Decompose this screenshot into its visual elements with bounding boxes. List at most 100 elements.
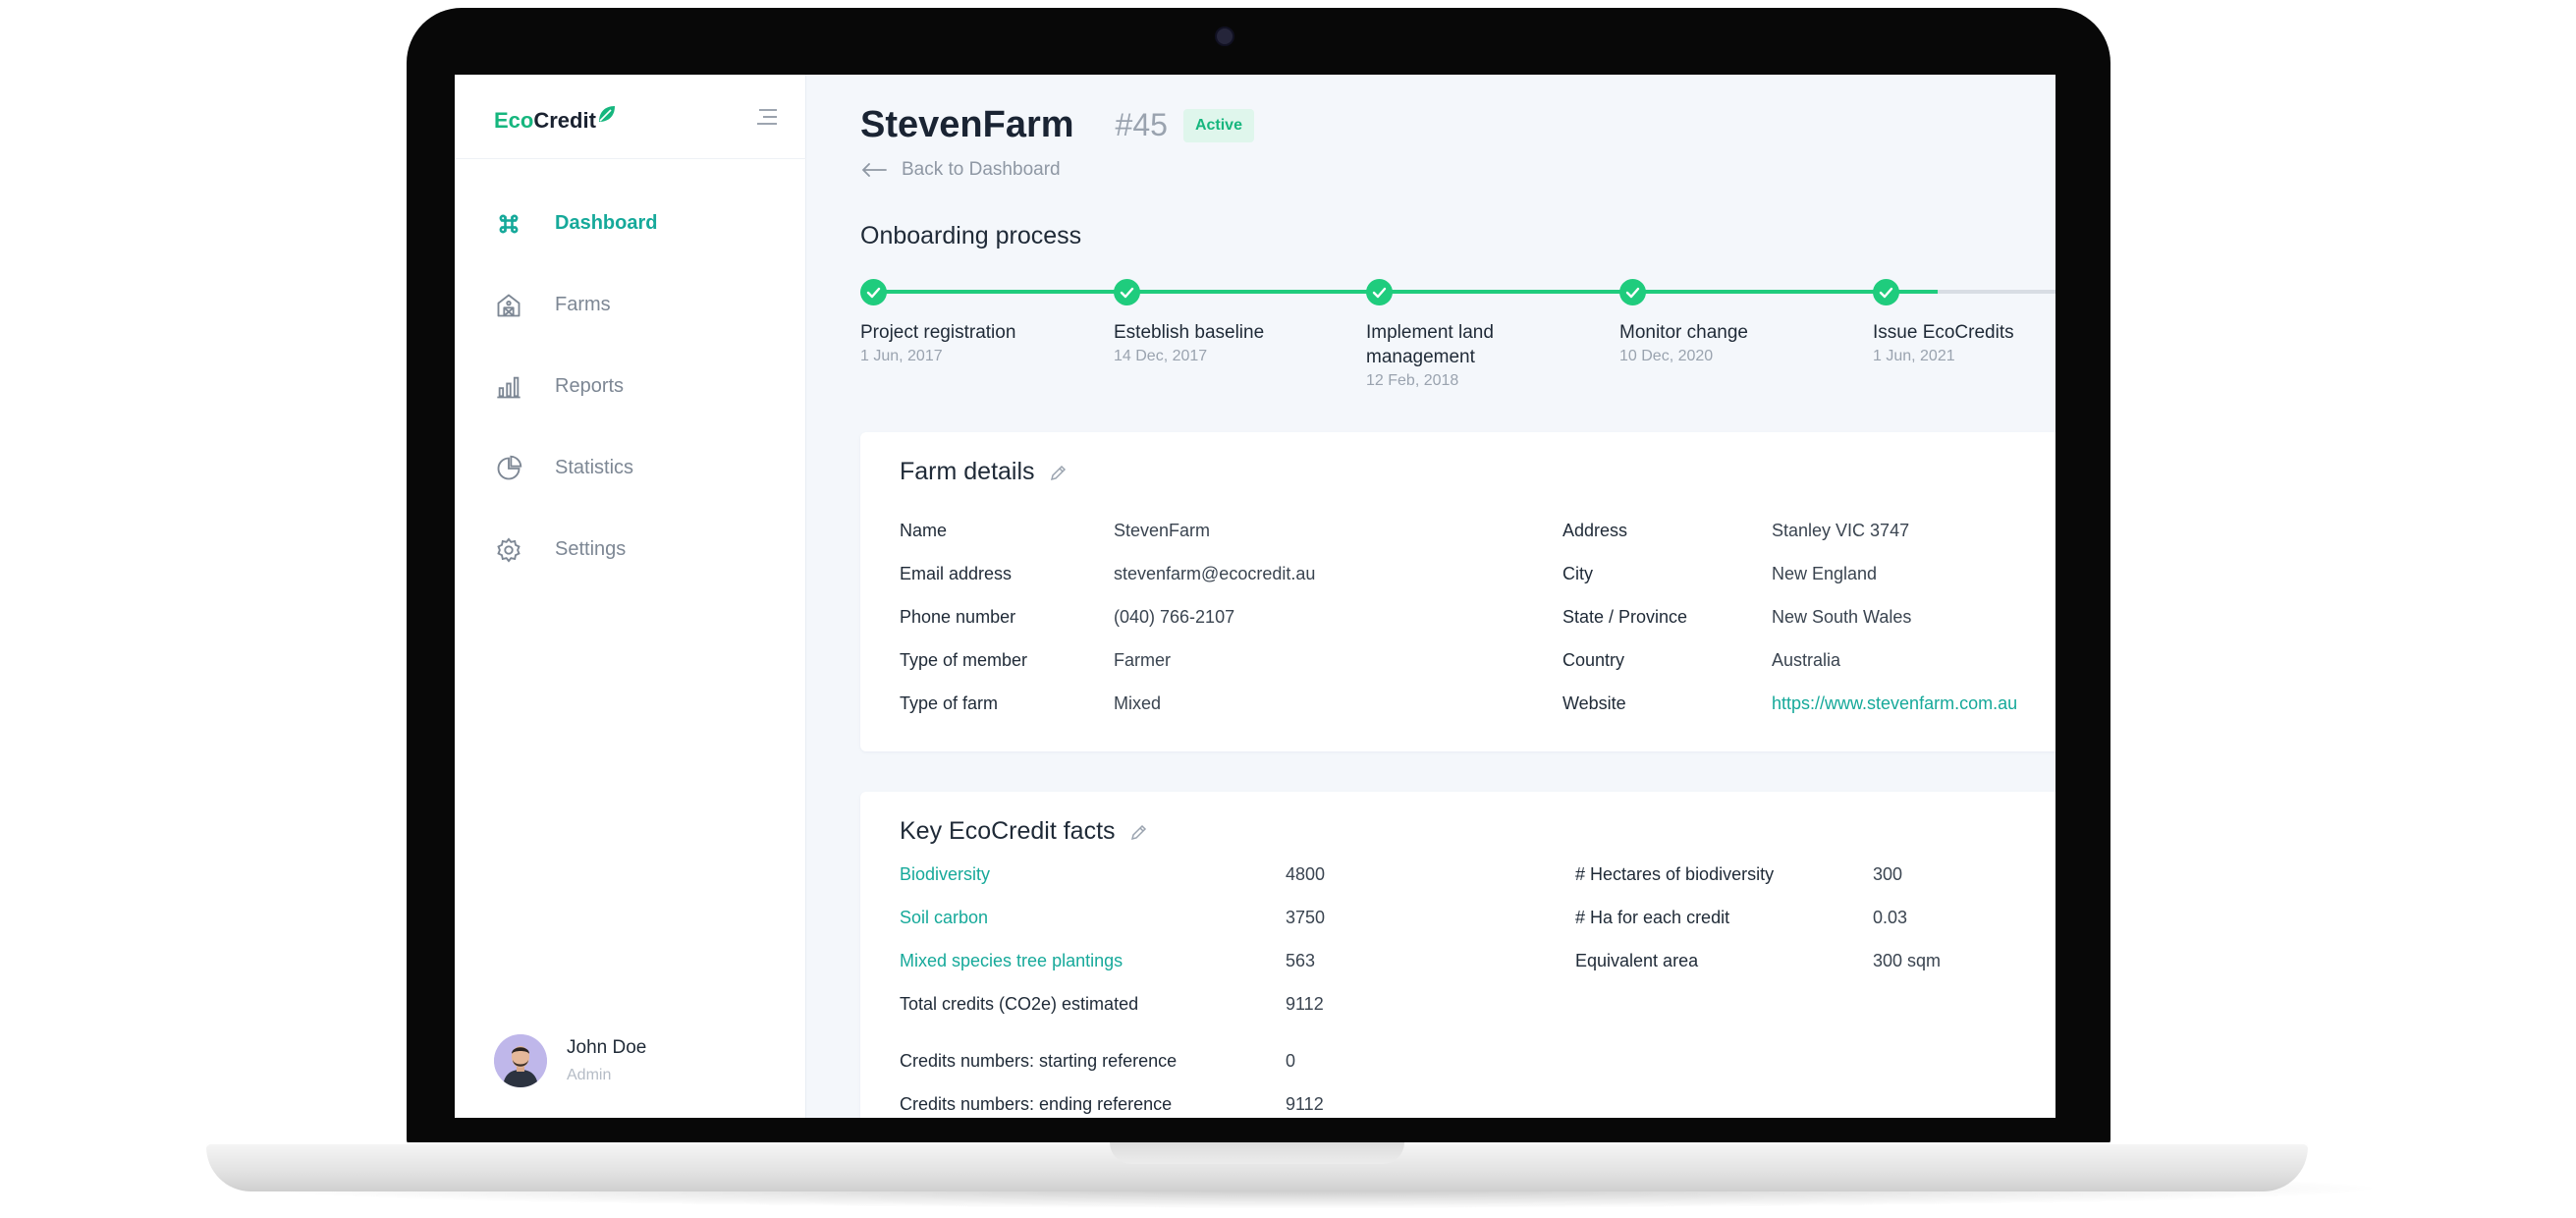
- detail-row: State / Province New South Wales: [1562, 607, 1911, 628]
- detail-key: Phone number: [900, 607, 1016, 627]
- logo[interactable]: Eco Credit: [494, 104, 617, 134]
- detail-key[interactable]: Mixed species tree plantings: [900, 951, 1286, 971]
- detail-value: (040) 766-2107: [1114, 607, 1235, 627]
- detail-key: Country: [1562, 650, 1625, 670]
- detail-key: Total credits (CO2e) estimated: [900, 994, 1139, 1014]
- detail-key: Credits numbers: starting reference: [900, 1051, 1178, 1071]
- detail-value: New South Wales: [1772, 607, 1912, 627]
- farm-id: #45: [1115, 107, 1168, 142]
- detail-key: Type of member: [900, 650, 1028, 670]
- detail-row: Email address stevenfarm@ecocredit.au: [900, 564, 1315, 584]
- sidebar-item-statistics[interactable]: Statistics: [455, 427, 806, 509]
- detail-value: 563: [1286, 951, 1316, 970]
- detail-row: Total credits (CO2e) estimated 9112: [900, 994, 1324, 1015]
- user-role: Admin: [567, 1067, 612, 1083]
- detail-row: # Hectares of biodiversity 300: [1575, 864, 1902, 885]
- laptop-notch: [1110, 1142, 1404, 1164]
- detail-value: Australia: [1772, 650, 1841, 670]
- command-icon: [494, 209, 523, 239]
- detail-key: Equivalent area: [1575, 951, 1699, 970]
- facts-title: Key EcoCredit facts: [900, 817, 1149, 846]
- check-circle-icon: [860, 279, 887, 305]
- sidebar-item-label: Reports: [555, 375, 625, 397]
- sidebar: Eco Credit Dashboard Farms Reports Stati…: [455, 75, 806, 1118]
- detail-row: Country Australia: [1562, 650, 1840, 671]
- detail-key: Email address: [900, 564, 1013, 583]
- step-label: Implement land management: [1366, 322, 1494, 367]
- sidebar-item-label: Dashboard: [555, 212, 658, 234]
- farm-house-icon: [494, 291, 523, 320]
- card-title-label: Key EcoCredit facts: [900, 817, 1116, 845]
- detail-row: Name StevenFarm: [900, 521, 1210, 541]
- sidebar-item-reports[interactable]: Reports: [455, 346, 806, 427]
- detail-value: 3750: [1286, 908, 1326, 927]
- sidebar-item-settings[interactable]: Settings: [455, 509, 806, 590]
- farm-details-title: Farm details: [900, 458, 1069, 486]
- detail-value: stevenfarm@ecocredit.au: [1114, 564, 1316, 583]
- detail-value: Stanley VIC 3747: [1772, 521, 1910, 540]
- sidebar-item-dashboard[interactable]: Dashboard: [455, 183, 806, 264]
- step-date: 1 Jun, 2021: [1873, 348, 1955, 364]
- detail-row: Biodiversity 4800: [900, 864, 1325, 885]
- avatar: [494, 1034, 547, 1087]
- logo-row: Eco Credit: [455, 75, 806, 159]
- onboarding-step: Implement land management 12 Feb, 2018: [1366, 279, 1602, 390]
- arrow-left-icon: [861, 163, 887, 177]
- onboarding-progress: Project registration 1 Jun, 2017 Esteblish…: [860, 279, 2055, 397]
- check-circle-icon: [1619, 279, 1646, 305]
- farm-details-card: Farm details Name StevenFarm Email address…: [860, 432, 2055, 751]
- edit-pencil-icon[interactable]: [1049, 463, 1069, 482]
- detail-key: Address: [1562, 521, 1628, 540]
- main-content: StevenFarm #45 Active Back to Dashboard …: [806, 75, 2055, 1118]
- detail-row: Equivalent area 300 sqm: [1575, 951, 1941, 971]
- ecocredit-facts-card: Key EcoCredit facts Biodiversity 4800 Soil…: [860, 792, 2055, 1118]
- page-title: StevenFarm: [860, 104, 1074, 145]
- sidebar-nav: Dashboard Farms Reports Statistics Setti…: [455, 183, 806, 590]
- leaf-icon: [598, 106, 615, 122]
- detail-row: Credits numbers: starting reference 0: [900, 1051, 1295, 1072]
- check-circle-icon: [1366, 279, 1393, 305]
- onboarding-step: Project registration 1 Jun, 2017: [860, 279, 1096, 365]
- detail-value: 0.03: [1873, 908, 1908, 927]
- gear-icon: [494, 535, 523, 565]
- detail-key: City: [1562, 564, 1593, 583]
- sidebar-item-label: Settings: [555, 538, 627, 560]
- step-label: Project registration: [860, 322, 1016, 343]
- user-profile[interactable]: John Doe Admin: [494, 1034, 646, 1087]
- step-label: Monitor change: [1619, 322, 1748, 343]
- detail-row: City New England: [1562, 564, 1877, 584]
- pie-chart-icon: [494, 454, 523, 483]
- detail-value: 4800: [1286, 864, 1326, 884]
- logo-credit: Credit: [533, 108, 596, 133]
- sidebar-item-label: Statistics: [555, 457, 634, 478]
- detail-row: Address Stanley VIC 3747: [1562, 521, 1909, 541]
- detail-key[interactable]: Soil carbon: [900, 908, 1286, 928]
- detail-row: # Ha for each credit 0.03: [1575, 908, 1907, 928]
- camera-icon: [1215, 27, 1234, 46]
- onboarding-step: Esteblish baseline 14 Dec, 2017: [1114, 279, 1349, 365]
- website-link[interactable]: https://www.stevenfarm.com.au: [1772, 693, 2017, 714]
- sidebar-item-label: Farms: [555, 294, 611, 315]
- edit-pencil-icon[interactable]: [1129, 822, 1149, 842]
- step-label: Esteblish baseline: [1114, 322, 1265, 343]
- detail-value: 9112: [1286, 994, 1324, 1014]
- status-badge: Active: [1182, 108, 1254, 142]
- detail-row: Credits numbers: ending reference 9112: [900, 1094, 1324, 1115]
- detail-key: Website: [1562, 693, 1626, 713]
- hamburger-menu-icon[interactable]: [755, 107, 779, 127]
- check-circle-icon: [1114, 279, 1140, 305]
- detail-row: Soil carbon 3750: [900, 908, 1325, 928]
- detail-value: Farmer: [1114, 650, 1171, 670]
- detail-value: 0: [1286, 1051, 1296, 1071]
- back-to-dashboard-link[interactable]: Back to Dashboard: [860, 159, 1061, 181]
- onboarding-step: Issue EcoCredits 1 Jun, 2021: [1873, 279, 2055, 365]
- sidebar-item-farms[interactable]: Farms: [455, 264, 806, 346]
- onboarding-step: Monitor change 10 Dec, 2020: [1619, 279, 1855, 365]
- bar-chart-icon: [494, 372, 523, 402]
- detail-key: # Ha for each credit: [1575, 908, 1730, 927]
- detail-row: Type of member Farmer: [900, 650, 1171, 671]
- logo-eco: Eco: [494, 108, 534, 133]
- detail-key[interactable]: Biodiversity: [900, 864, 1286, 885]
- card-title-label: Farm details: [900, 458, 1035, 485]
- detail-value: 300 sqm: [1873, 951, 1942, 970]
